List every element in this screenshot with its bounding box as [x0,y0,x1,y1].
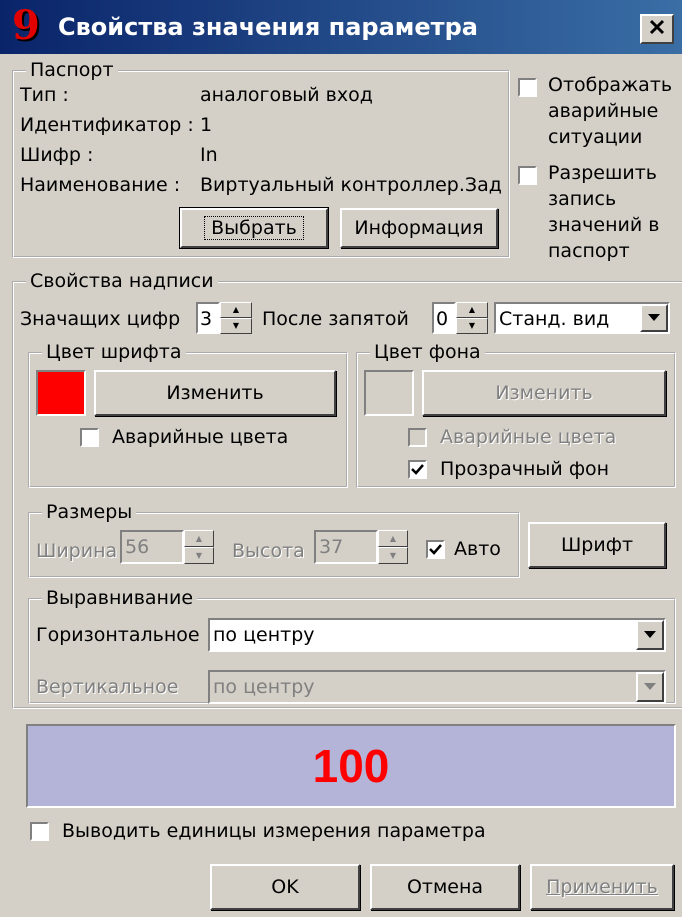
bg-color-change-button: Изменить [422,370,666,416]
transparent-bg-label: Прозрачный фон [440,458,610,480]
spin-up-icon[interactable]: ▲ [456,302,488,318]
font-button[interactable]: Шрифт [528,522,666,568]
font-alarm-colors-checkbox[interactable] [80,428,99,447]
font-color-swatch[interactable] [36,370,86,416]
cancel-button[interactable]: Отмена [370,864,520,910]
label-props-legend: Свойства надписи [26,270,218,292]
chevron-down-icon [648,314,660,321]
bg-color-legend: Цвет фона [370,341,485,363]
vertical-select: по центру [208,670,666,704]
spin-down-icon: ▼ [378,547,408,564]
font-alarm-colors-label: Аварийные цвета [112,426,289,448]
chevron-down-icon [644,631,656,638]
spin-up-icon: ▲ [184,530,214,547]
preview-value: 100 [312,740,390,792]
window-title: Свойства значения параметра [58,13,478,41]
chevron-down-icon [644,683,656,690]
name-label-text: Наименование : [20,174,181,196]
close-icon [649,18,665,40]
after-comma-spinner[interactable]: ▲ ▼ [456,302,488,334]
id-label: Идентификатор : [20,114,194,136]
checkmark-icon [429,544,442,555]
auto-size-checkbox[interactable] [426,540,445,559]
spin-down-icon[interactable]: ▼ [220,318,252,334]
sig-digits-input[interactable]: 3 [196,302,220,334]
value-preview: 100 [26,724,676,808]
alignment-legend: Выравнивание [42,587,198,609]
bg-alarm-colors-checkbox [408,428,427,447]
show-alarms-checkbox[interactable] [518,78,537,97]
checkmark-icon [411,464,424,475]
width-label: Ширина [36,540,118,562]
height-input: 37 [314,530,378,564]
horizontal-dropdown-button[interactable] [636,620,664,650]
auto-size-label: Авто [454,538,501,560]
transparent-bg-checkbox[interactable] [408,460,427,479]
app-logo-icon: 9 [12,2,40,49]
info-button[interactable]: Информация [340,208,498,248]
vertical-label: Вертикальное [36,676,179,698]
horizontal-select[interactable]: по центру [208,618,666,652]
font-color-change-button[interactable]: Изменить [94,370,336,416]
name-value: Виртуальный контроллер.Зад [200,174,502,196]
height-label: Высота [232,540,305,562]
passport-legend: Паспорт [26,59,118,81]
id-value: 1 [200,114,213,136]
title-bar[interactable]: 9 Свойства значения параметра [0,0,682,56]
height-spinner: ▲ ▼ [378,530,408,564]
cipher-label: Шифр : [20,144,94,166]
ok-button[interactable]: OK [210,864,360,910]
type-value: аналоговый вход [200,84,373,106]
spin-down-icon[interactable]: ▼ [456,318,488,334]
view-dropdown-button[interactable] [640,304,668,332]
font-color-legend: Цвет шрифта [42,341,186,363]
horizontal-label: Горизонтальное [36,624,200,646]
bg-color-swatch [364,370,414,416]
select-button[interactable]: Выбрать [179,207,329,249]
sig-digits-label: Значащих цифр [20,308,181,330]
width-input: 56 [120,530,184,564]
after-comma-label: После запятой [262,308,409,330]
width-spinner: ▲ ▼ [184,530,214,564]
spin-up-icon[interactable]: ▲ [220,302,252,318]
show-units-label: Выводить единицы измерения параметра [62,820,486,842]
sizes-legend: Размеры [42,501,137,523]
allow-write-checkbox[interactable] [518,166,537,185]
after-comma-input[interactable]: 0 [432,302,456,334]
apply-button: Применить [530,864,674,910]
allow-write-label: Разрешить запись значений в паспорт [548,162,660,262]
vertical-dropdown-button [636,672,664,702]
name-label: Наименование : Виртуальный контроллер.За… [20,174,505,196]
close-button[interactable] [640,14,674,44]
show-units-checkbox[interactable] [30,822,49,841]
type-label: Тип : [20,84,69,106]
cipher-value: In [200,144,218,166]
spin-up-icon: ▲ [378,530,408,547]
sig-digits-spinner[interactable]: ▲ ▼ [220,302,252,334]
show-alarms-label: Отображать аварийные ситуации [548,74,673,148]
spin-down-icon: ▼ [184,547,214,564]
bg-alarm-colors-label: Аварийные цвета [440,426,617,448]
